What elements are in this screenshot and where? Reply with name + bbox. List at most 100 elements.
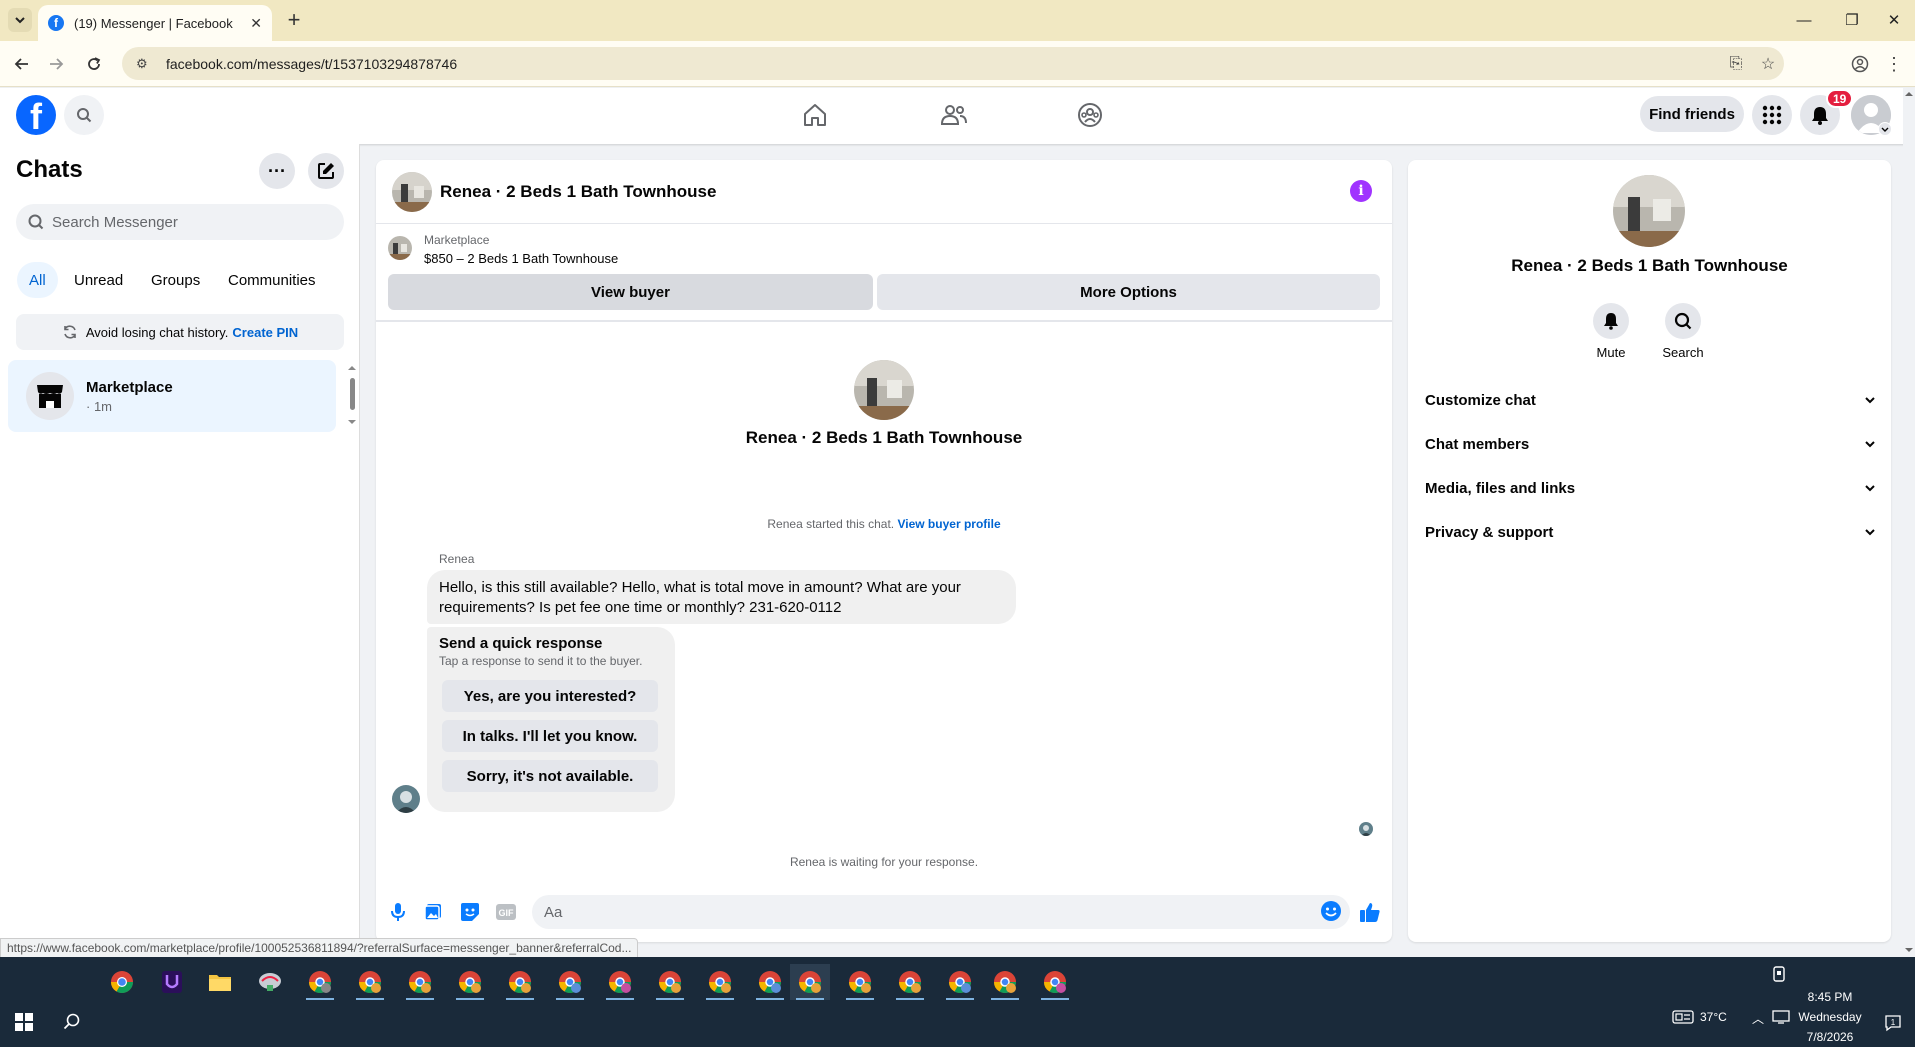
like-thumbs-up-icon[interactable] [1358,900,1382,924]
search-messenger-input[interactable] [52,213,322,231]
taskbar-chrome-window-icon[interactable] [300,964,340,1000]
friends-nav-icon[interactable] [934,100,974,130]
filter-groups[interactable]: Groups [139,262,212,298]
taskbar-chrome-window-icon[interactable] [600,964,640,1000]
taskbar-chrome-window-icon[interactable] [350,964,390,1000]
message-bubble[interactable]: Hello, is this still available? Hello, w… [427,570,1016,624]
taskbar-app-purple-icon[interactable] [152,964,192,1000]
new-message-button[interactable] [308,153,344,189]
tab-search-dropdown[interactable] [8,8,32,32]
info-icon[interactable]: i [1350,180,1372,202]
browser-tab-active[interactable]: f (19) Messenger | Facebook ✕ [38,5,272,41]
gif-icon[interactable]: GIF [494,900,518,924]
message-input[interactable] [544,903,1304,921]
site-info-icon[interactable]: ⚙ [136,56,156,72]
restore-button[interactable]: ❐ [1830,6,1874,34]
taskbar-chrome-window-icon[interactable] [985,964,1025,1000]
back-button[interactable] [8,50,36,78]
quick-response-not-available-button[interactable]: Sorry, it's not available. [442,760,658,792]
address-bar[interactable]: ⚙ facebook.com/messages/t/15371032948787… [122,47,1784,80]
search-messenger[interactable] [16,204,344,240]
notification-center-icon[interactable]: 1 [1884,1014,1904,1034]
close-window-button[interactable]: ✕ [1872,6,1915,34]
taskbar-chrome-window-icon[interactable] [450,964,490,1000]
seen-indicator-avatar [1359,822,1373,836]
chat-list-item[interactable]: Marketplace · 1m [8,360,336,432]
reload-button[interactable] [80,50,108,78]
filter-unread[interactable]: Unread [62,262,135,298]
conversation-avatar[interactable] [392,172,432,212]
taskbar-app-icon[interactable] [250,964,290,1000]
filter-communities[interactable]: Communities [216,262,328,298]
view-buyer-profile-link[interactable]: View buyer profile [897,517,1000,531]
chat-list-scrollbar[interactable] [346,362,358,428]
mute-button[interactable] [1593,303,1629,339]
home-nav-icon[interactable] [795,100,835,130]
create-pin-link[interactable]: Create PIN [232,325,298,340]
customize-chat-section[interactable]: Customize chat [1416,378,1884,422]
minimize-button[interactable]: — [1782,6,1826,34]
tray-overflow-icon[interactable] [1772,966,1792,986]
taskbar-chrome-window-icon[interactable] [400,964,440,1000]
privacy-support-section[interactable]: Privacy & support [1416,510,1884,554]
taskbar-chrome-window-active-icon[interactable] [790,964,830,1000]
quick-response-yes-button[interactable]: Yes, are you interested? [442,680,658,712]
taskbar-chrome-window-icon[interactable] [890,964,930,1000]
groups-nav-icon[interactable] [1070,100,1110,130]
close-tab-icon[interactable]: ✕ [250,15,262,32]
url-text[interactable]: facebook.com/messages/t/1537103294878746 [166,56,1720,72]
taskbar-chrome-window-icon[interactable] [1035,964,1075,1000]
menu-grid-button[interactable] [1752,95,1792,135]
windows-start-icon[interactable] [10,1008,38,1036]
mute-action[interactable]: Mute [1576,303,1646,360]
quick-response-in-talks-button[interactable]: In talks. I'll let you know. [442,720,658,752]
emoji-icon[interactable] [1320,900,1342,922]
more-options-button[interactable]: More Options [877,274,1380,310]
sender-avatar[interactable] [392,785,420,813]
quick-response-subtitle: Tap a response to send it to the buyer. [439,654,643,668]
profile-avatar-large[interactable] [854,360,914,420]
account-chevron-icon[interactable] [1878,122,1892,136]
notification-badge: 19 [1826,89,1854,108]
view-buyer-button[interactable]: View buyer [388,274,873,310]
install-app-icon[interactable]: ⎘ [1720,55,1752,73]
clock[interactable]: 8:45 PM Wednesday 7/8/2026 [1780,987,1880,1047]
media-files-links-section[interactable]: Media, files and links [1416,466,1884,510]
taskbar-file-explorer-icon[interactable] [200,964,240,1000]
taskbar-chrome-window-icon[interactable] [940,964,980,1000]
search-in-chat-button[interactable] [1665,303,1701,339]
profile-icon[interactable] [1846,50,1874,78]
bookmark-star-icon[interactable]: ☆ [1752,54,1784,74]
find-friends-button[interactable]: Find friends [1640,96,1744,132]
taskbar-chrome-window-icon[interactable] [840,964,880,1000]
taskbar-chrome-window-icon[interactable] [750,964,790,1000]
tab-title: (19) Messenger | Facebook [74,15,233,31]
search-action[interactable]: Search [1648,303,1718,360]
taskbar-chrome-window-icon[interactable] [700,964,740,1000]
message-composer[interactable] [532,895,1350,929]
taskbar-chrome-window-icon[interactable] [500,964,540,1000]
taskbar-chrome-icon[interactable] [102,964,142,1000]
conversation-title[interactable]: Renea · 2 Beds 1 Bath Townhouse [440,182,716,202]
facebook-search-button[interactable] [64,95,104,135]
details-avatar[interactable] [1613,175,1685,247]
listing-title[interactable]: $850 – 2 Beds 1 Bath Townhouse [424,251,618,266]
page-scrollbar[interactable] [1903,88,1915,956]
sync-icon [64,325,76,339]
photo-icon[interactable] [421,900,445,924]
facebook-logo-icon[interactable]: f [16,95,56,135]
chat-members-section[interactable]: Chat members [1416,422,1884,466]
taskbar-search-icon[interactable] [58,1008,86,1036]
forward-button[interactable] [42,50,70,78]
filter-all[interactable]: All [17,262,58,298]
new-tab-button[interactable]: + [282,7,306,32]
show-hidden-icons-chevron-icon[interactable]: ︿ [1752,1010,1764,1027]
browser-menu-icon[interactable]: ⋮ [1880,50,1908,78]
chats-options-button[interactable]: ··· [259,153,295,189]
microphone-icon[interactable] [386,900,410,924]
chevron-down-icon [1865,441,1875,448]
taskbar-chrome-window-icon[interactable] [650,964,690,1000]
sticker-icon[interactable] [458,900,482,924]
weather-widget[interactable]: 37°C [1672,1010,1727,1024]
taskbar-chrome-window-icon[interactable] [550,964,590,1000]
